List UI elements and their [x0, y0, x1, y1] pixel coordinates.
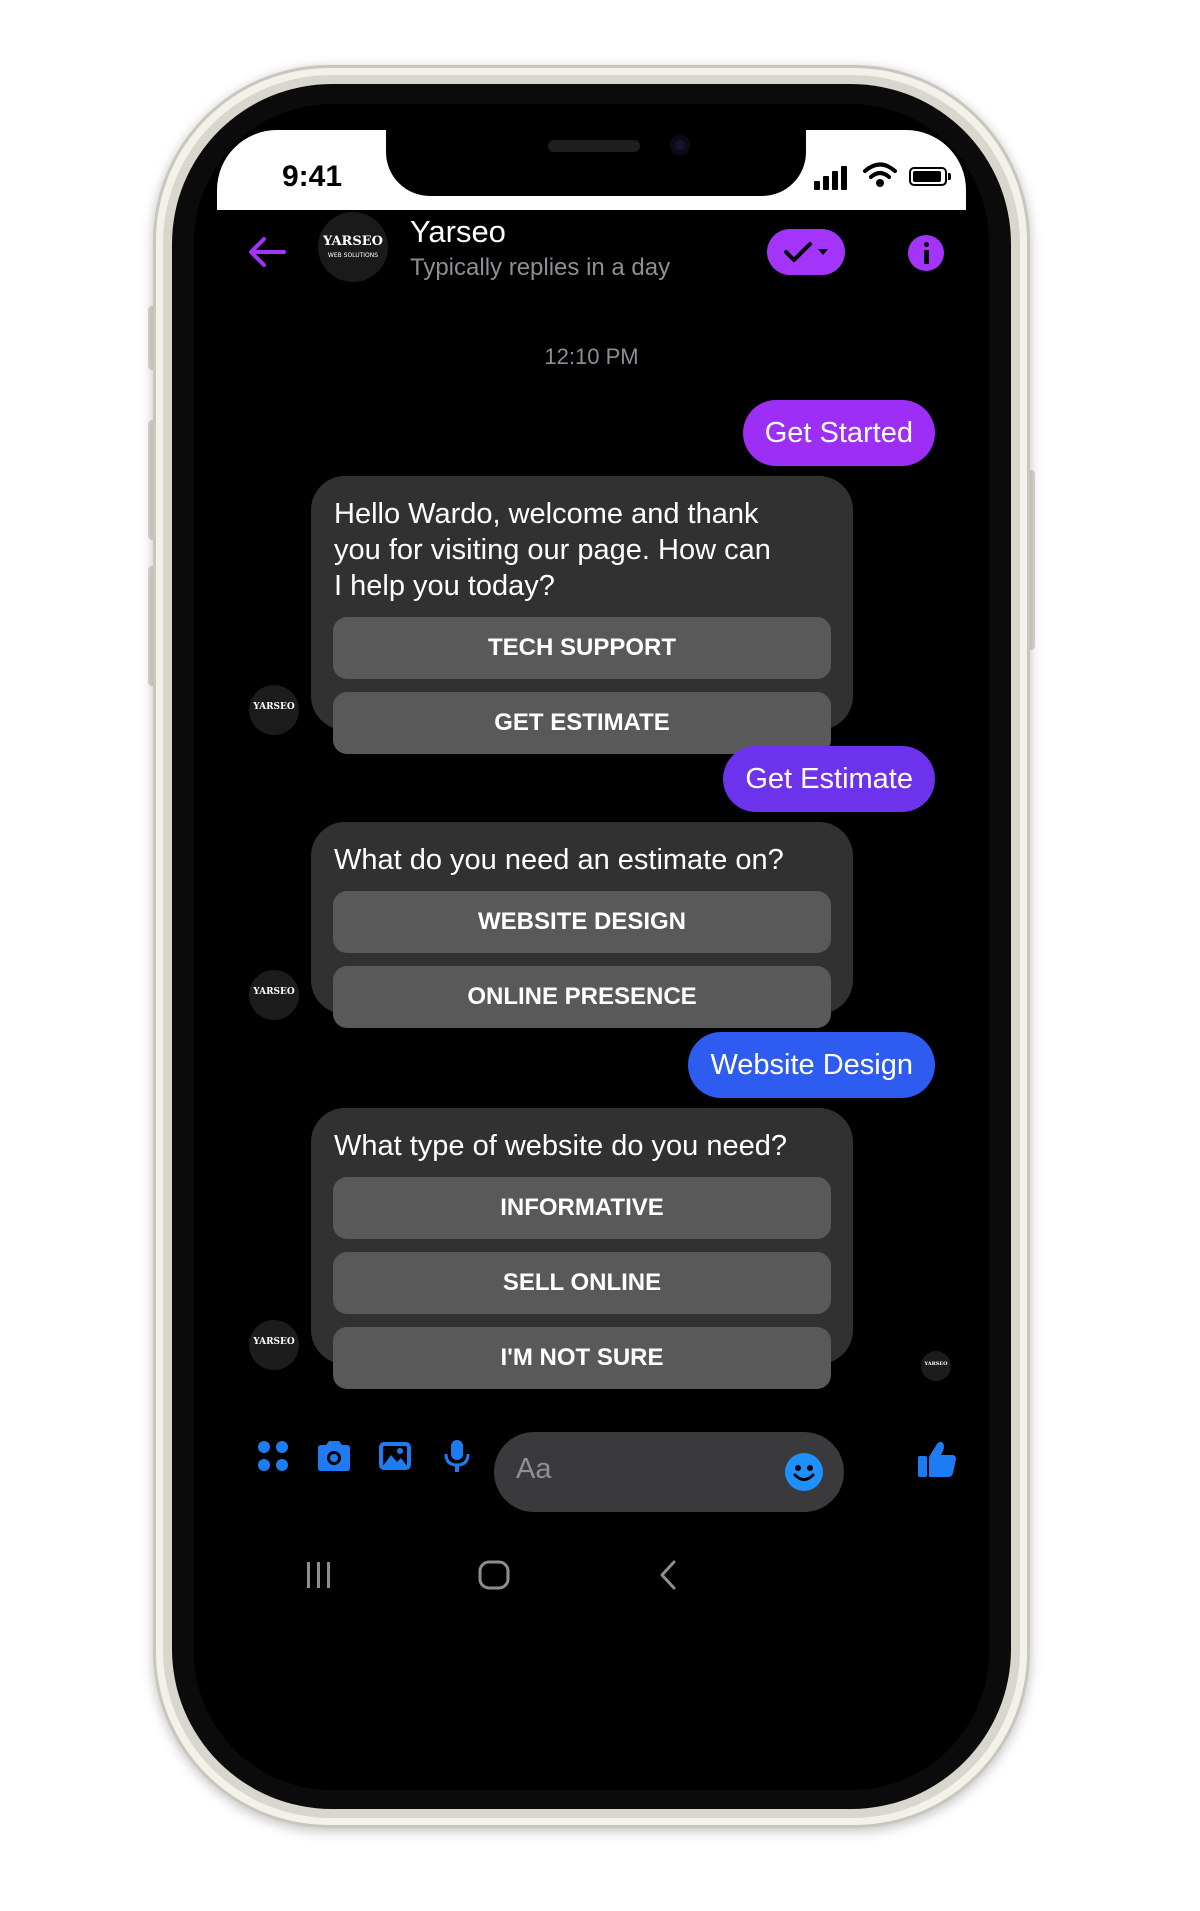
chevron-down-icon [818, 249, 828, 255]
outgoing-message[interactable]: Get Estimate [723, 746, 935, 812]
battery-tip [948, 173, 951, 180]
wifi-icon [863, 162, 897, 187]
logo-wordmark: YARSEO [924, 1361, 948, 1367]
mark-done-button[interactable] [767, 229, 845, 275]
home-icon[interactable] [477, 1559, 511, 1591]
quick-reply-get-estimate[interactable]: GET ESTIMATE [333, 692, 831, 754]
front-camera [670, 135, 690, 155]
incoming-message-card: Hello Wardo, welcome and thank you for v… [311, 476, 853, 754]
sender-avatar: YARSEO [249, 970, 299, 1020]
emoji-icon[interactable] [785, 1453, 823, 1491]
quick-reply-sell-online[interactable]: SELL ONLINE [333, 1252, 831, 1314]
status-time: 9:41 [282, 160, 343, 193]
incoming-message-text: Hello Wardo, welcome and thank you for v… [334, 498, 771, 602]
response-time: Typically replies in a day [410, 254, 671, 281]
logo-wordmark: YARSEO [323, 234, 383, 249]
recent-apps-icon[interactable] [304, 1559, 334, 1591]
battery-icon [909, 167, 947, 186]
incoming-message-card: What type of website do you need? INFORM… [311, 1108, 853, 1389]
back-arrow-icon[interactable] [246, 232, 288, 272]
read-receipt-avatar: YARSEO [921, 1351, 951, 1381]
quick-reply-online-presence[interactable]: ONLINE PRESENCE [333, 966, 831, 1028]
quick-reply-website-design[interactable]: WEBSITE DESIGN [333, 891, 831, 953]
earpiece-speaker [548, 140, 640, 152]
page-avatar[interactable]: YARSEO WEB SOLUTIONS [318, 212, 388, 282]
thumbs-up-icon[interactable] [916, 1439, 958, 1479]
microphone-icon[interactable] [439, 1438, 475, 1474]
status-icons [814, 160, 954, 190]
message-timestamp: 12:10 PM [544, 344, 639, 369]
back-nav-icon[interactable] [656, 1559, 680, 1591]
quick-reply-tech-support[interactable]: TECH SUPPORT [333, 617, 831, 679]
message-input-placeholder: Aa [516, 1453, 552, 1485]
incoming-message-card: What do you need an estimate on? WEBSITE… [311, 822, 853, 1028]
outgoing-message[interactable]: Get Started [742, 400, 935, 466]
quick-reply-not-sure[interactable]: I'M NOT SURE [333, 1327, 831, 1389]
check-icon [784, 242, 812, 262]
incoming-message-text: What type of website do you need? [334, 1130, 788, 1162]
logo-wordmark: YARSEO [253, 702, 295, 712]
incoming-message-text: What do you need an estimate on? [334, 844, 784, 876]
sender-avatar: YARSEO [249, 685, 299, 735]
phone-screen: 9:41 YARSEO WEB SOLUTIONS Yarseo Typical… [194, 104, 989, 1790]
outgoing-message[interactable]: Website Design [688, 1032, 935, 1098]
logo-wordmark: YARSEO [253, 1337, 295, 1347]
quick-reply-informative[interactable]: INFORMATIVE [333, 1177, 831, 1239]
info-icon[interactable] [908, 235, 944, 271]
apps-icon[interactable] [255, 1438, 291, 1474]
message-input[interactable]: Aa [494, 1432, 844, 1512]
sender-avatar: YARSEO [249, 1320, 299, 1370]
page-name[interactable]: Yarseo [410, 214, 506, 250]
camera-icon[interactable] [315, 1438, 353, 1474]
gallery-icon[interactable] [377, 1438, 413, 1474]
logo-subtext: WEB SOLUTIONS [327, 252, 379, 259]
logo-wordmark: YARSEO [253, 987, 295, 997]
